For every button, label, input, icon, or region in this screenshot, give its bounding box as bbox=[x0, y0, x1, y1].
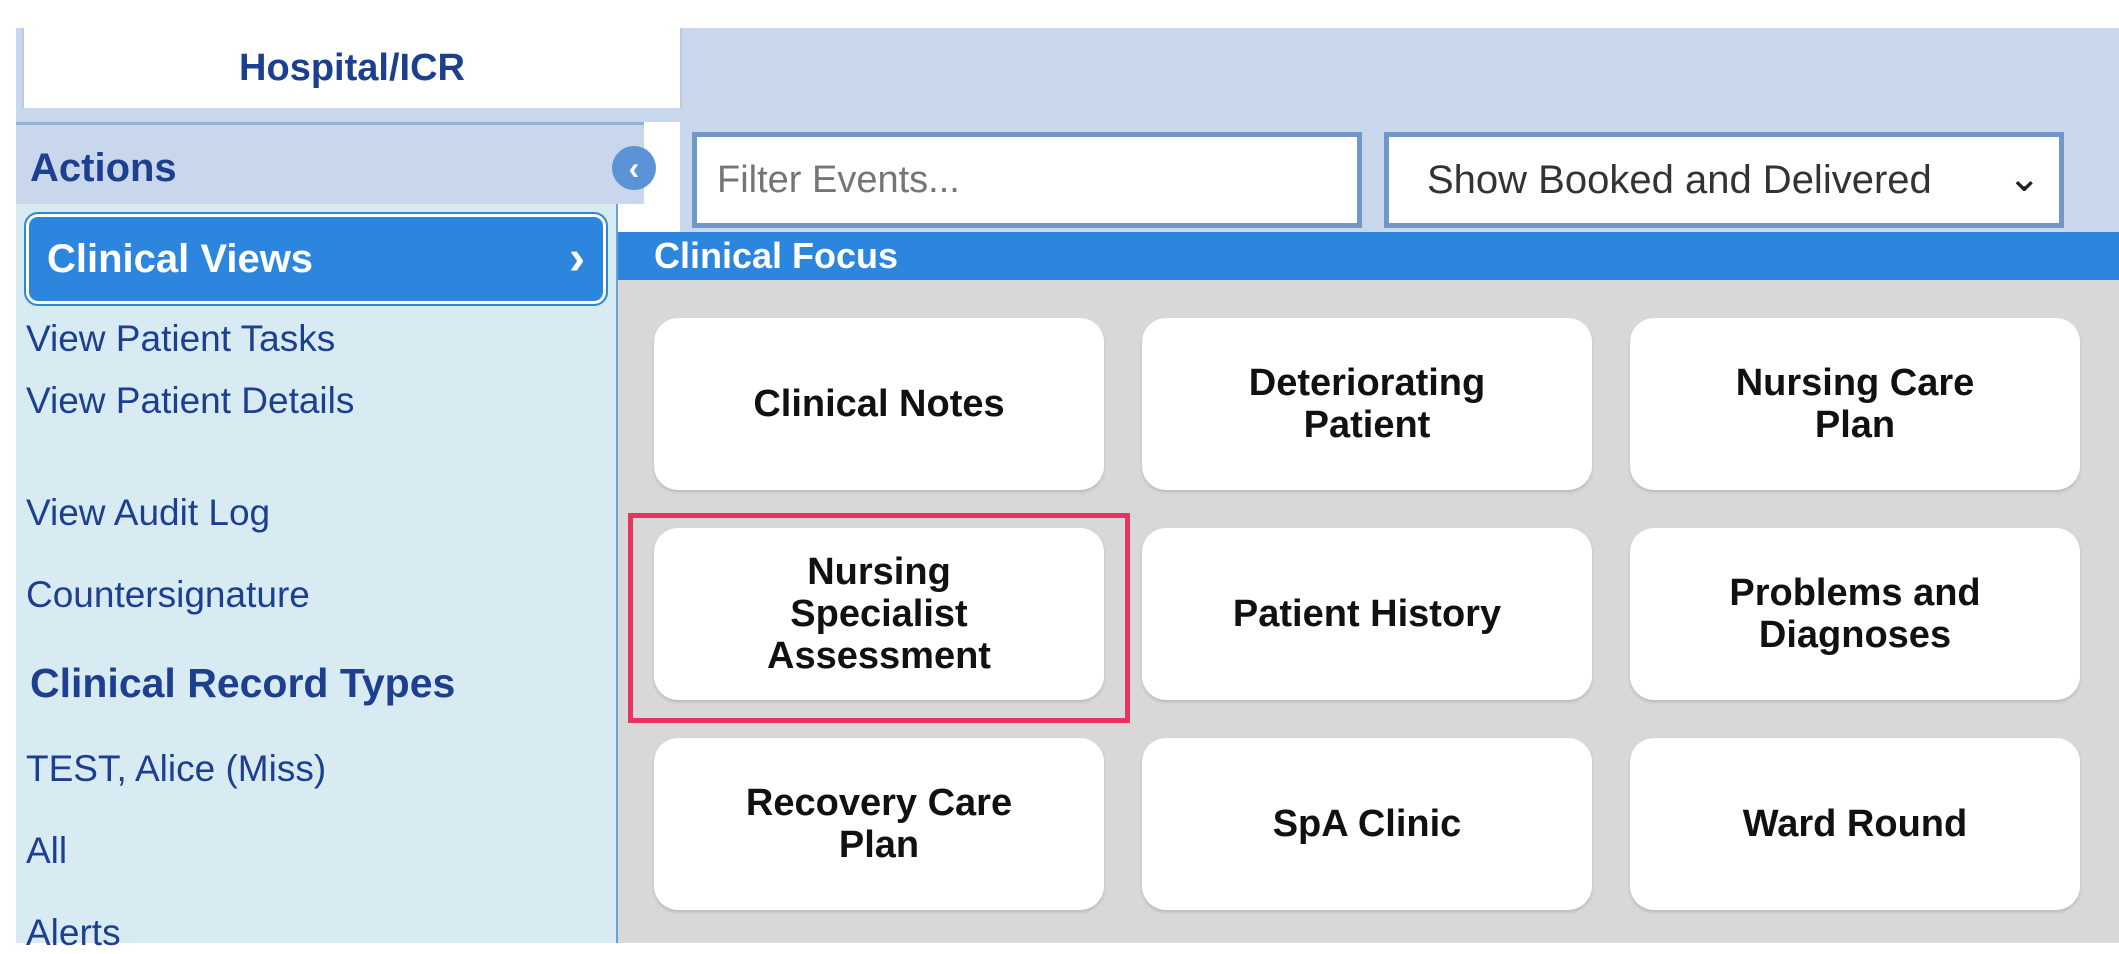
select-value: Show Booked and Delivered bbox=[1427, 157, 1932, 202]
chevron-right-icon: › bbox=[569, 232, 585, 285]
section-title-clinical-record-types: Clinical Record Types bbox=[30, 660, 456, 706]
record-item-alerts[interactable]: Alerts bbox=[26, 912, 121, 954]
clinical-focus-title: Clinical Focus bbox=[618, 232, 2119, 280]
highlight-box bbox=[628, 513, 1130, 723]
tile-problems-and-diagnoses[interactable]: Problems and Diagnoses bbox=[1630, 528, 2080, 700]
tile-clinical-notes[interactable]: Clinical Notes bbox=[654, 318, 1104, 490]
sidebar-link-view-patient-tasks[interactable]: View Patient Tasks bbox=[26, 318, 335, 360]
tile-patient-history[interactable]: Patient History bbox=[1142, 528, 1592, 700]
sidebar-item-clinical-views[interactable]: Clinical Views › bbox=[24, 212, 608, 306]
sidebar-item-label: Clinical Views bbox=[47, 236, 314, 281]
record-item-all[interactable]: All bbox=[26, 830, 67, 872]
tile-spa-clinic[interactable]: SpA Clinic bbox=[1142, 738, 1592, 910]
filter-events-input[interactable] bbox=[692, 132, 1362, 228]
chevron-down-icon: ⌄ bbox=[1999, 155, 2041, 201]
tile-recovery-care-plan[interactable]: Recovery Care Plan bbox=[654, 738, 1104, 910]
tile-nursing-care-plan[interactable]: Nursing Care Plan bbox=[1630, 318, 2080, 490]
tile-deteriorating-patient[interactable]: Deteriorating Patient bbox=[1142, 318, 1592, 490]
actions-title: Actions bbox=[30, 146, 177, 190]
sidebar-link-view-patient-details[interactable]: View Patient Details bbox=[26, 380, 354, 422]
tile-ward-round[interactable]: Ward Round bbox=[1630, 738, 2080, 910]
sidebar-link-view-audit-log[interactable]: View Audit Log bbox=[26, 492, 270, 534]
sidebar-link-countersignature[interactable]: Countersignature bbox=[26, 574, 310, 616]
record-item-patient[interactable]: TEST, Alice (Miss) bbox=[26, 748, 326, 790]
chevron-left-circle-icon[interactable]: ‹ bbox=[612, 146, 656, 190]
tab-hospital-icr[interactable]: Hospital/ICR bbox=[22, 28, 682, 108]
event-status-select[interactable]: Show Booked and Delivered ⌄ bbox=[1384, 132, 2064, 228]
